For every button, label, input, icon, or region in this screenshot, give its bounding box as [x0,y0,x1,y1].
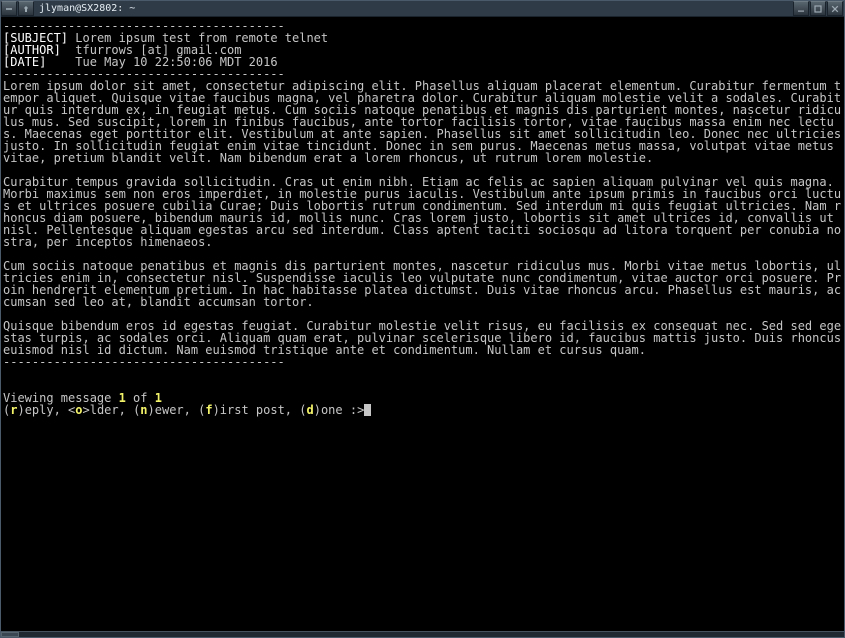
done-key: d [306,403,313,417]
older-key: o [75,403,82,417]
body-paragraph: Lorem ipsum dolor sit amet, consectetur … [3,80,842,164]
close-icon [831,5,839,13]
window-title: jlyman@SX2802: ~ [35,1,139,16]
scrollbar-thumb[interactable] [1,632,19,637]
window-close-button[interactable] [827,1,843,16]
terminal-window: jlyman@SX2802: ~ ------------------- [0,0,845,638]
window-minimize-button[interactable] [793,1,809,16]
window-maximize-button[interactable] [810,1,826,16]
body-paragraph: Cum sociis natoque penatibus et magnis d… [3,260,842,308]
pin-icon [22,5,30,13]
prompt-line[interactable]: (r)eply, <o>lder, (n)ewer, (f)irst post,… [3,404,842,416]
newer-key: n [140,403,147,417]
window-menu-button[interactable] [1,1,17,16]
divider-bottom: --------------------------------------- [3,356,842,368]
body-paragraph: Curabitur tempus gravida sollicitudin. C… [3,176,842,248]
bottom-scrollbar[interactable] [1,631,844,637]
window-sticky-button[interactable] [18,1,34,16]
body-paragraph: Quisque bibendum eros id egestas feugiat… [3,320,842,356]
terminal-content[interactable]: ---------------------------------------[… [3,19,842,631]
terminal-cursor [364,404,371,416]
window-titlebar: jlyman@SX2802: ~ [1,1,844,17]
maximize-icon [814,5,822,13]
minimize-icon [797,5,805,13]
first-key: f [205,403,212,417]
menu-icon [5,5,13,13]
